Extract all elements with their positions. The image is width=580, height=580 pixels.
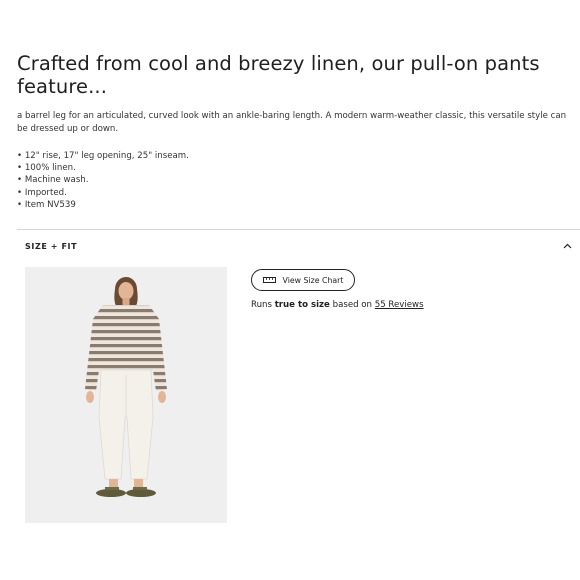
product-model-image	[25, 267, 227, 523]
fit-summary: Runs true to size based on 55 Reviews	[251, 300, 424, 310]
detail-item: 12" rise, 17" leg opening, 25" inseam.	[17, 150, 189, 162]
view-size-chart-button[interactable]: View Size Chart	[251, 269, 355, 291]
ruler-icon	[262, 276, 276, 285]
size-chart-label: View Size Chart	[282, 275, 344, 285]
chevron-up-icon[interactable]	[562, 241, 572, 251]
fit-middle: based on	[332, 300, 373, 310]
fit-prefix: Runs	[251, 300, 272, 310]
detail-item: Machine wash.	[17, 174, 189, 186]
size-fit-accordion-header[interactable]: SIZE + FIT	[17, 232, 580, 260]
product-details-list: 12" rise, 17" leg opening, 25" inseam. 1…	[17, 150, 189, 211]
fit-value: true to size	[274, 300, 330, 310]
size-fit-title: SIZE + FIT	[25, 241, 78, 251]
product-description: a barrel leg for an articulated, curved …	[17, 111, 567, 134]
reviews-link[interactable]: 55 Reviews	[375, 300, 424, 310]
detail-item: Imported.	[17, 187, 189, 199]
detail-item: Item NV539	[17, 199, 189, 211]
product-headline: Crafted from cool and breezy linen, our …	[17, 52, 540, 98]
section-divider	[17, 229, 580, 230]
detail-item: 100% linen.	[17, 162, 189, 174]
